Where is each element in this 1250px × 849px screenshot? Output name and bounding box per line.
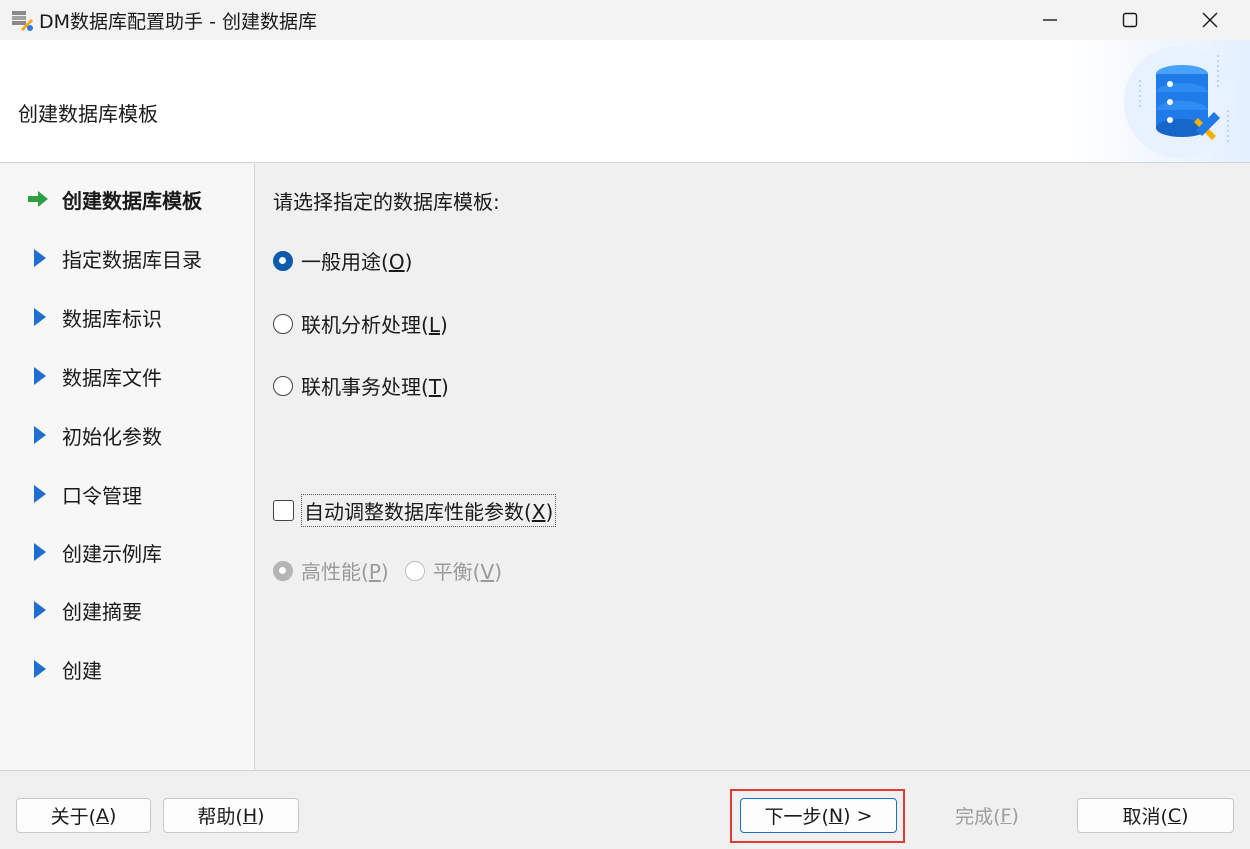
app-icon <box>11 9 33 31</box>
radio-label: 高性能(P) <box>301 560 389 584</box>
triangle-right-icon <box>26 425 54 445</box>
radio-general-purpose[interactable]: 一般用途(O) <box>273 246 412 275</box>
nav-step-label: 创建示例库 <box>62 541 162 566</box>
maximize-icon <box>1122 12 1138 28</box>
wizard-header: 创建数据库模板 <box>0 40 1250 163</box>
triangle-right-icon <box>26 366 54 386</box>
triangle-right-icon <box>26 600 54 620</box>
radio-label: 联机事务处理(T) <box>301 375 449 399</box>
database-tools-icon <box>1070 40 1250 162</box>
nav-step-password[interactable]: 口令管理 <box>26 479 142 509</box>
minimize-icon <box>1043 19 1057 21</box>
nav-step-db-identity[interactable]: 数据库标识 <box>26 302 162 332</box>
auto-tune-label: 自动调整数据库性能参数(X) <box>301 494 557 527</box>
nav-step-create[interactable]: 创建 <box>26 654 102 684</box>
nav-step-label: 数据库文件 <box>62 365 162 390</box>
template-prompt: 请选择指定的数据库模板: <box>273 190 500 214</box>
nav-step-label: 创建数据库模板 <box>62 188 202 213</box>
nav-step-label: 口令管理 <box>62 483 142 508</box>
radio-label: 一般用途(O) <box>301 250 413 274</box>
triangle-right-icon <box>26 659 54 679</box>
auto-tune-checkbox[interactable] <box>273 500 294 521</box>
template-selection-panel: 请选择指定的数据库模板: 一般用途(O) 联机分析处理(L) 联机事务处理(T)… <box>256 164 1250 770</box>
radio-high-performance <box>273 560 293 581</box>
radio-label: 联机分析处理(L) <box>301 313 448 337</box>
nav-step-sample-db[interactable]: 创建示例库 <box>26 537 162 567</box>
cancel-button[interactable]: 取消(C) <box>1077 798 1234 833</box>
nav-step-label: 初始化参数 <box>62 424 162 449</box>
radio-unchecked-icon[interactable] <box>273 375 293 396</box>
header-title: 创建数据库模板 <box>18 102 158 126</box>
radio-checked-icon[interactable] <box>273 250 293 271</box>
radio-oltp[interactable]: 联机事务处理(T) <box>273 371 449 400</box>
nav-step-db-files[interactable]: 数据库文件 <box>26 361 162 391</box>
radio-label: 平衡(V) <box>432 560 502 584</box>
nav-step-label: 创建摘要 <box>62 599 142 624</box>
nav-step-label: 数据库标识 <box>62 306 162 331</box>
nav-step-summary[interactable]: 创建摘要 <box>26 595 142 625</box>
wizard-steps-nav: 创建数据库模板 指定数据库目录 数据库标识 数据库文件 初始化参数 口令管理 创… <box>0 164 255 770</box>
nav-step-label: 创建 <box>62 658 102 683</box>
performance-options: 高性能(P) 平衡(V) <box>273 556 502 585</box>
nav-step-init-params[interactable]: 初始化参数 <box>26 420 162 450</box>
triangle-right-icon <box>26 248 54 268</box>
wizard-footer: 关于(A) 帮助(H) 下一步(N) > 完成(F) 取消(C) <box>0 770 1250 849</box>
radio-olap[interactable]: 联机分析处理(L) <box>273 309 448 338</box>
finish-button[interactable]: 完成(F) <box>909 798 1065 833</box>
nav-step-db-directory[interactable]: 指定数据库目录 <box>26 243 202 273</box>
nav-step-label: 指定数据库目录 <box>62 247 202 272</box>
arrow-right-icon <box>26 189 54 209</box>
next-button[interactable]: 下一步(N) > <box>740 798 897 833</box>
maximize-button[interactable] <box>1090 0 1170 40</box>
triangle-right-icon <box>26 307 54 327</box>
title-bar: DM数据库配置助手 - 创建数据库 <box>0 0 1250 40</box>
close-icon <box>1202 12 1218 28</box>
close-button[interactable] <box>1170 0 1250 40</box>
nav-step-create-template[interactable]: 创建数据库模板 <box>26 184 202 214</box>
minimize-button[interactable] <box>1010 0 1090 40</box>
triangle-right-icon <box>26 484 54 504</box>
auto-tune-checkbox-row[interactable]: 自动调整数据库性能参数(X) <box>273 494 557 527</box>
radio-balanced <box>404 560 425 581</box>
help-button[interactable]: 帮助(H) <box>163 798 299 833</box>
window-title: DM数据库配置助手 - 创建数据库 <box>39 10 317 33</box>
about-button[interactable]: 关于(A) <box>16 798 151 833</box>
radio-unchecked-icon[interactable] <box>273 313 293 334</box>
triangle-right-icon <box>26 542 54 562</box>
